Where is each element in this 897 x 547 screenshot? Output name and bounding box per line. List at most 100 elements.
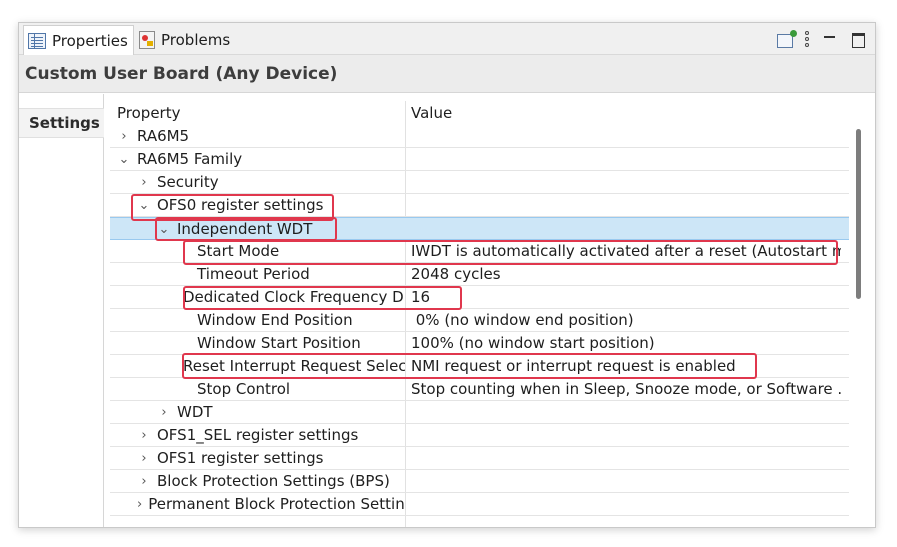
table-row[interactable]: Reset Interrupt Request Select NMI reques…	[110, 355, 850, 378]
table-row[interactable]: › RA6M5	[110, 125, 850, 148]
value-cell[interactable]: NMI request or interrupt request is enab…	[411, 355, 841, 377]
column-header-property[interactable]: Property	[117, 101, 180, 125]
chevron-right-icon[interactable]: ›	[157, 405, 171, 420]
table-row[interactable]: Window End Position 0% (no window end po…	[110, 309, 850, 332]
value-cell[interactable]: 16	[411, 286, 841, 308]
property-label: WDT	[177, 403, 213, 421]
maximize-icon[interactable]	[849, 30, 867, 48]
property-cell: › OFS1 register settings	[110, 447, 405, 469]
property-cell: Dedicated Clock Frequency Divisor	[110, 286, 405, 308]
chevron-right-icon[interactable]: ›	[137, 497, 142, 512]
problems-icon	[139, 31, 155, 49]
property-cell: › RA6M5	[110, 125, 405, 147]
page-title: Custom User Board (Any Device)	[25, 63, 338, 84]
table-row[interactable]: › Permanent Block Protection Settings	[110, 493, 850, 516]
property-cell: › WDT	[110, 401, 405, 423]
value-cell[interactable]	[411, 218, 841, 240]
side-tab-list: Settings	[19, 94, 104, 527]
property-table: Property Value › RA6M5 ⌄ RA6M5 Family › Secur…	[110, 101, 850, 527]
property-label: Timeout Period	[197, 265, 310, 283]
properties-icon	[28, 32, 46, 49]
property-cell: Start Mode	[110, 240, 405, 262]
column-header-value[interactable]: Value	[411, 101, 452, 125]
table-row[interactable]: Timeout Period 2048 cycles	[110, 263, 850, 286]
tab-settings[interactable]: Settings	[19, 108, 104, 138]
scrollbar-thumb[interactable]	[856, 129, 861, 299]
pin-to-selection-icon[interactable]	[777, 29, 797, 48]
tab-settings-label: Settings	[29, 114, 100, 132]
value-cell[interactable]	[411, 171, 841, 193]
chevron-right-icon[interactable]: ›	[137, 451, 151, 466]
property-label: Security	[157, 173, 219, 191]
tab-properties-label: Properties	[52, 31, 128, 50]
table-row[interactable]: ⌄ OFS0 register settings	[110, 194, 850, 217]
property-label: Block Protection Settings (BPS)	[157, 472, 390, 490]
property-label: Start Mode	[197, 242, 280, 260]
chevron-down-icon[interactable]: ⌄	[137, 198, 151, 213]
property-label: Permanent Block Protection Settings	[148, 495, 405, 513]
property-label: Reset Interrupt Request Select	[183, 357, 405, 375]
property-label: Stop Control	[197, 380, 291, 398]
chevron-right-icon[interactable]: ›	[137, 428, 151, 443]
value-cell[interactable]: IWDT is automatically activated after a …	[411, 240, 841, 262]
properties-header: Custom User Board (Any Device)	[19, 55, 875, 93]
property-label: RA6M5	[137, 127, 190, 145]
value-cell[interactable]	[411, 148, 841, 170]
property-cell: Window Start Position	[110, 332, 405, 354]
value-cell[interactable]	[411, 493, 841, 515]
value-cell[interactable]	[411, 125, 841, 147]
value-cell[interactable]: 100% (no window start position)	[411, 332, 841, 354]
view-menu-icon[interactable]	[803, 30, 811, 48]
property-cell: › Permanent Block Protection Settings	[110, 493, 405, 515]
tab-properties[interactable]: Properties	[23, 25, 134, 55]
table-row[interactable]: Dedicated Clock Frequency Divisor 16	[110, 286, 850, 309]
value-cell[interactable]: Stop counting when in Sleep, Snooze mode…	[411, 378, 841, 400]
property-cell: Window End Position	[110, 309, 405, 331]
property-label: Window Start Position	[197, 334, 361, 352]
table-row[interactable]: Window Start Position 100% (no window sta…	[110, 332, 850, 355]
table-row[interactable]: › OFS1_SEL register settings	[110, 424, 850, 447]
table-row[interactable]: › WDT	[110, 401, 850, 424]
property-label: RA6M5 Family	[137, 150, 243, 168]
property-label: OFS1 register settings	[157, 449, 324, 467]
value-cell[interactable]	[411, 470, 841, 492]
chevron-right-icon[interactable]: ›	[117, 129, 131, 144]
minimize-icon[interactable]	[821, 30, 839, 48]
property-cell: › OFS1_SEL register settings	[110, 424, 405, 446]
property-label: OFS1_SEL register settings	[157, 426, 359, 444]
value-cell[interactable]	[411, 194, 841, 216]
property-label: Independent WDT	[177, 220, 313, 238]
property-label: Window End Position	[197, 311, 353, 329]
property-cell: ⌄ RA6M5 Family	[110, 148, 405, 170]
chevron-right-icon[interactable]: ›	[137, 474, 151, 489]
table-row[interactable]: ⌄ Independent WDT	[110, 217, 850, 240]
property-cell: Reset Interrupt Request Select	[110, 355, 405, 377]
property-cell: ⌄ Independent WDT	[110, 218, 405, 240]
value-cell[interactable]	[411, 447, 841, 469]
property-cell: ⌄ OFS0 register settings	[110, 194, 405, 216]
property-cell: Stop Control	[110, 378, 405, 400]
tab-problems-label: Problems	[161, 31, 231, 49]
table-row[interactable]: › Block Protection Settings (BPS)	[110, 470, 850, 493]
table-row[interactable]: ⌄ RA6M5 Family	[110, 148, 850, 171]
value-cell[interactable]: 2048 cycles	[411, 263, 841, 285]
tab-problems[interactable]: Problems	[139, 25, 230, 55]
value-cell[interactable]: 0% (no window end position)	[411, 309, 841, 331]
chevron-down-icon[interactable]: ⌄	[157, 222, 171, 237]
table-row[interactable]: › Security	[110, 171, 850, 194]
view-toolbar	[777, 27, 867, 51]
value-cell[interactable]	[411, 401, 841, 423]
table-row[interactable]: Stop Control Stop counting when in Sleep,…	[110, 378, 850, 401]
property-cell: Timeout Period	[110, 263, 405, 285]
view-tab-bar: Properties Problems	[19, 23, 875, 55]
chevron-down-icon[interactable]: ⌄	[117, 152, 131, 167]
chevron-right-icon[interactable]: ›	[137, 175, 151, 190]
properties-view: Properties Problems Custom User Board (A…	[18, 22, 876, 528]
table-row[interactable]: Start Mode IWDT is automatically activate…	[110, 240, 850, 263]
property-label: Dedicated Clock Frequency Divisor	[183, 288, 405, 306]
property-cell: › Block Protection Settings (BPS)	[110, 470, 405, 492]
property-cell: › Security	[110, 171, 405, 193]
vertical-scrollbar[interactable]	[849, 101, 867, 527]
value-cell[interactable]	[411, 424, 841, 446]
table-row[interactable]: › OFS1 register settings	[110, 447, 850, 470]
